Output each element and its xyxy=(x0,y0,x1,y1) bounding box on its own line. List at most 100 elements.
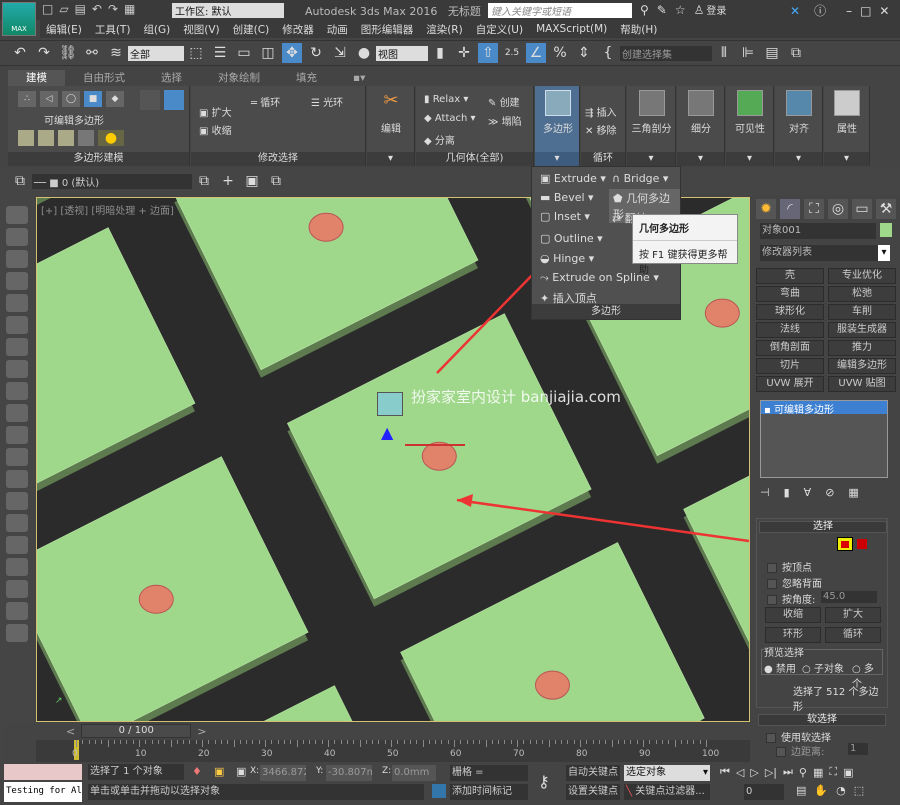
bridge-button[interactable]: ∩ Bridge ▾ xyxy=(612,172,668,185)
redo-icon[interactable]: ↷ xyxy=(108,2,118,16)
current-layer-select[interactable]: ── ■ 0 (默认) xyxy=(32,173,192,189)
hierarchy-tab-icon[interactable]: ⛶ xyxy=(804,199,824,219)
rollout-header-selection[interactable]: 选择 xyxy=(759,521,887,533)
add-time-tag[interactable]: 添加时间标记 xyxy=(450,784,528,800)
use-soft-selection-checkbox[interactable]: 使用软选择 xyxy=(766,729,831,744)
menu-edit[interactable]: 编辑(E) xyxy=(46,22,82,37)
pin-stack-icon[interactable] xyxy=(140,90,160,110)
undo-icon[interactable]: ↶ xyxy=(10,43,30,63)
menu-rendering[interactable]: 渲染(R) xyxy=(426,22,463,37)
polygon-icon[interactable]: ■ xyxy=(84,91,102,107)
render-icon[interactable] xyxy=(6,228,28,246)
maximize-viewport-icon[interactable]: ⬚ xyxy=(854,784,864,797)
blue-dots-icon[interactable] xyxy=(6,514,28,532)
binoculars-icon[interactable]: ⚲ xyxy=(640,3,649,17)
panel-label[interactable]: 修改选择 xyxy=(191,152,365,166)
layers-icon[interactable]: ⧉ xyxy=(10,171,30,191)
cone-icon[interactable] xyxy=(6,426,28,444)
key-filters-button[interactable]: ╲ 关键点过滤器... xyxy=(624,784,710,800)
polygons-button[interactable]: 多边形 xyxy=(537,90,579,135)
plant-icon[interactable] xyxy=(6,580,28,598)
toggle-icon[interactable]: ● xyxy=(98,130,124,146)
sun-icon[interactable] xyxy=(6,448,28,466)
menu-maxscript[interactable]: MAXScript(M) xyxy=(536,23,607,35)
edge-distance-checkbox[interactable]: 边距离: xyxy=(776,743,824,758)
show-end-result-icon[interactable] xyxy=(58,130,74,146)
edge-icon[interactable]: ◁ xyxy=(40,91,58,107)
modifier-button[interactable]: UVW 展开 xyxy=(756,376,824,392)
motion-tab-icon[interactable]: ◎ xyxy=(828,199,848,219)
by-vertex-checkbox[interactable]: 按顶点 xyxy=(767,559,812,574)
prev-key-icon[interactable]: ◁ xyxy=(736,766,744,779)
manipulate-icon[interactable]: ✛ xyxy=(454,43,474,63)
rollout-header-soft-selection[interactable]: 软选择 xyxy=(758,714,886,726)
maxscript-input[interactable]: Testing for All xyxy=(4,782,82,802)
shape-icon[interactable] xyxy=(6,536,28,554)
collapse-stack-icon[interactable] xyxy=(38,130,54,146)
star-icon[interactable]: ☆ xyxy=(675,3,686,17)
project-icon[interactable]: ▦ xyxy=(124,2,135,16)
spinner-snap-icon[interactable]: ⇕ xyxy=(574,43,594,63)
layer-explorer-icon[interactable]: ▤ xyxy=(762,43,782,63)
make-unique-icon[interactable]: ∀ xyxy=(804,486,812,499)
new-icon[interactable]: □ xyxy=(42,2,53,16)
modifier-button[interactable]: UVW 贴图 xyxy=(828,376,896,392)
zoom-all-icon[interactable]: ▣ xyxy=(843,766,853,779)
hair-fur-icon[interactable] xyxy=(2,722,34,760)
y-coordinate-field[interactable]: -30.807mm xyxy=(326,765,372,781)
angle-snap-icon[interactable]: ∠ xyxy=(526,43,546,63)
modifier-button[interactable]: 法线 xyxy=(756,322,824,338)
remove-modifier-icon[interactable]: ⊘ xyxy=(825,486,834,499)
border-icon[interactable]: ◯ xyxy=(62,91,80,107)
element-level-icon[interactable] xyxy=(857,539,867,549)
modifier-stack[interactable]: ▪ 可编辑多边形 xyxy=(760,400,888,478)
polygon-level-icon[interactable] xyxy=(837,537,853,551)
create-tab-icon[interactable]: ✹ xyxy=(756,199,776,219)
undo-icon[interactable]: ↶ xyxy=(92,2,102,16)
percent-snap-icon[interactable]: % xyxy=(550,43,570,63)
select-by-name-icon[interactable]: ☰ xyxy=(210,43,230,63)
help-icon[interactable]: ⓘ xyxy=(814,2,826,19)
move-icon[interactable]: ✥ xyxy=(282,43,302,63)
preview-off-radio[interactable]: ● 禁用 xyxy=(764,660,796,675)
time-tag-icon[interactable] xyxy=(432,784,446,798)
angle-spinner[interactable]: 45.0 xyxy=(821,591,877,603)
menu-help[interactable]: 帮助(H) xyxy=(620,22,657,37)
absolute-mode-icon[interactable]: ▣ xyxy=(236,765,246,778)
configure-sets-icon[interactable]: ▦ xyxy=(848,486,858,499)
go-to-end-icon[interactable]: ⏭ xyxy=(783,765,793,779)
remove-loop-button[interactable]: ✕ 移除 xyxy=(585,122,617,137)
stack-item-editable-poly[interactable]: ▪ 可编辑多边形 xyxy=(761,401,887,416)
window-crossing-icon[interactable]: ◫ xyxy=(258,43,278,63)
minimize-button[interactable]: – xyxy=(846,4,852,18)
user-icon[interactable]: ♙ xyxy=(694,3,705,17)
loop-button[interactable]: 循环 xyxy=(825,627,881,643)
element-icon[interactable]: ◆ xyxy=(106,91,124,107)
menu-tools[interactable]: 工具(T) xyxy=(95,22,131,37)
pin-stack-icon[interactable]: ⊣ xyxy=(760,486,770,499)
relax-button[interactable]: ▮ Relax ▾ xyxy=(424,94,468,105)
edge-distance-spinner[interactable]: 1 xyxy=(848,743,868,755)
loop-button[interactable]: ═ 循环 xyxy=(251,94,280,109)
modifier-button[interactable]: 推力 xyxy=(828,340,896,356)
close-button[interactable]: ✕ xyxy=(879,4,889,18)
menu-customize[interactable]: 自定义(U) xyxy=(476,22,523,37)
shrink-button[interactable]: ▣ 收缩 xyxy=(199,122,232,137)
use-soft-selection-icon[interactable] xyxy=(78,130,94,146)
z-coordinate-field[interactable]: 0.0mm xyxy=(392,765,436,781)
grow-button[interactable]: 扩大 xyxy=(825,607,881,623)
key-mode-select[interactable]: 选定对象 ▾ xyxy=(624,765,710,781)
menu-views[interactable]: 视图(V) xyxy=(183,22,219,37)
menu-create[interactable]: 创建(C) xyxy=(233,22,270,37)
named-selection-sets[interactable]: 创建选择集 xyxy=(620,45,712,61)
ring-button[interactable]: 环形 xyxy=(765,627,821,643)
hemisphere-icon[interactable] xyxy=(6,470,28,488)
triangulate-button[interactable]: 三角剖分 xyxy=(627,90,676,135)
sphere-icon[interactable] xyxy=(6,404,28,422)
modifier-list-select[interactable]: 修改器列表 ▾ xyxy=(760,245,890,261)
collapse-button[interactable]: ≫ 塌陷 xyxy=(488,113,522,128)
rotate-icon[interactable]: ↻ xyxy=(306,43,326,63)
pan-icon[interactable]: ✋ xyxy=(814,784,828,797)
extrude-button[interactable]: ▣ Extrude ▾ xyxy=(540,172,606,185)
modify-tab-icon[interactable]: ◜ xyxy=(780,199,800,219)
